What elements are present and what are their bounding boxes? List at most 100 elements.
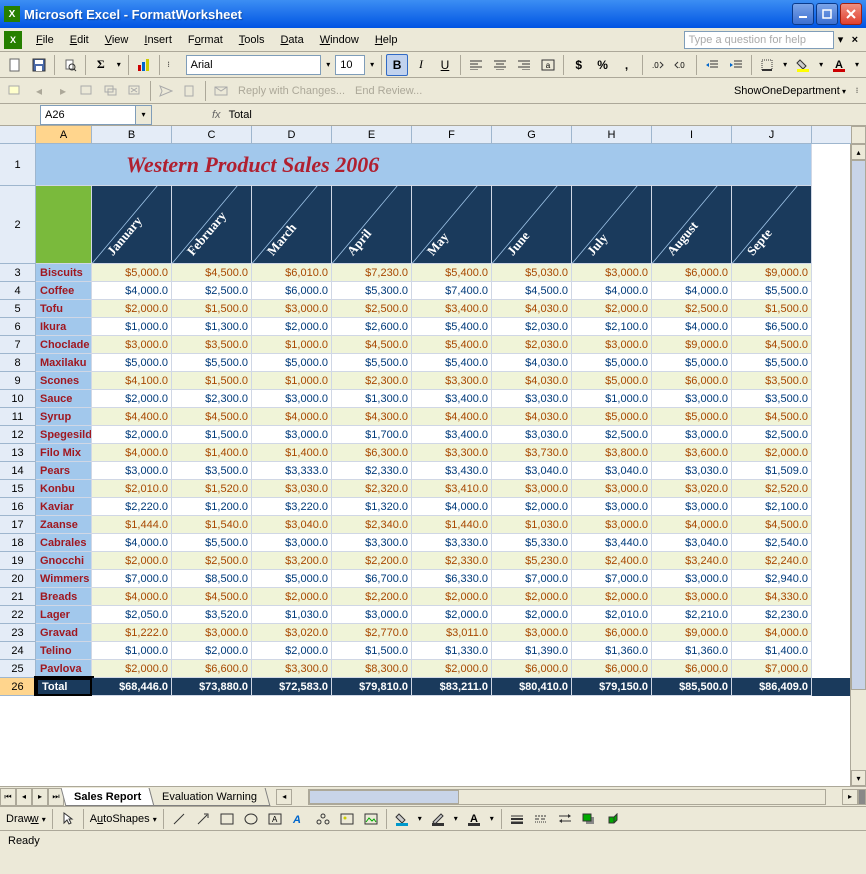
decrease-indent-button[interactable] [701, 54, 723, 76]
row-header-1[interactable]: 1 [0, 144, 36, 186]
data-cell[interactable]: $2,000.0 [172, 642, 252, 660]
data-cell[interactable]: $1,400.0 [172, 444, 252, 462]
data-cell[interactable]: $3,000.0 [652, 588, 732, 606]
align-right-button[interactable] [513, 54, 535, 76]
maximize-button[interactable] [816, 3, 838, 25]
data-cell[interactable]: $2,000.0 [492, 606, 572, 624]
product-cell[interactable]: Sauce [36, 390, 92, 408]
data-cell[interactable]: $2,540.0 [732, 534, 812, 552]
data-cell[interactable]: $2,320.0 [332, 480, 412, 498]
scroll-left-button[interactable]: ◂ [276, 789, 292, 805]
data-cell[interactable]: $6,000.0 [572, 660, 652, 678]
data-cell[interactable]: $2,200.0 [332, 552, 412, 570]
product-cell[interactable]: Pavlova [36, 660, 92, 678]
tab-nav-first[interactable]: ⏮ [0, 788, 16, 806]
row-header-25[interactable]: 25 [0, 660, 36, 678]
data-cell[interactable]: $3,400.0 [412, 426, 492, 444]
total-cell[interactable]: $85,500.0 [652, 678, 732, 696]
currency-button[interactable]: $ [568, 54, 590, 76]
reply-with-changes-button[interactable]: Reply with Changes... [234, 85, 349, 97]
underline-button[interactable]: U [434, 54, 456, 76]
row-header-22[interactable]: 22 [0, 606, 36, 624]
data-cell[interactable]: $4,000.0 [92, 444, 172, 462]
data-cell[interactable]: $3,011.0 [412, 624, 492, 642]
data-cell[interactable]: $4,030.0 [492, 354, 572, 372]
row-header-16[interactable]: 16 [0, 498, 36, 516]
data-cell[interactable]: $1,000.0 [252, 336, 332, 354]
data-cell[interactable]: $2,000.0 [92, 552, 172, 570]
data-cell[interactable]: $3,000.0 [572, 498, 652, 516]
data-cell[interactable]: $5,400.0 [412, 336, 492, 354]
data-cell[interactable]: $4,000.0 [572, 282, 652, 300]
column-header-b[interactable]: B [92, 126, 172, 143]
data-cell[interactable]: $3,300.0 [252, 660, 332, 678]
data-cell[interactable]: $3,040.0 [492, 462, 572, 480]
data-cell[interactable]: $1,700.0 [332, 426, 412, 444]
product-cell[interactable]: Tofu [36, 300, 92, 318]
data-cell[interactable]: $4,030.0 [492, 372, 572, 390]
data-cell[interactable]: $8,500.0 [172, 570, 252, 588]
toolbar-options-dropdown-icon[interactable]: ⁝ [164, 54, 174, 76]
data-cell[interactable]: $5,500.0 [732, 354, 812, 372]
rectangle-tool-button[interactable] [216, 808, 238, 830]
data-cell[interactable]: $3,000.0 [92, 462, 172, 480]
data-cell[interactable]: $2,010.0 [92, 480, 172, 498]
vertical-scroll-thumb[interactable] [851, 160, 866, 690]
line-tool-button[interactable] [168, 808, 190, 830]
row-header-3[interactable]: 3 [0, 264, 36, 282]
data-cell[interactable]: $3,000.0 [492, 624, 572, 642]
data-cell[interactable]: $6,600.0 [172, 660, 252, 678]
data-cell[interactable]: $2,600.0 [332, 318, 412, 336]
row-header-5[interactable]: 5 [0, 300, 36, 318]
data-cell[interactable]: $1,222.0 [92, 624, 172, 642]
menu-help[interactable]: Help [367, 32, 406, 48]
font-color-dropdown-icon[interactable]: ▾ [852, 54, 862, 76]
data-cell[interactable]: $2,000.0 [572, 300, 652, 318]
data-cell[interactable]: $7,000.0 [92, 570, 172, 588]
data-cell[interactable]: $2,000.0 [92, 390, 172, 408]
row-header-19[interactable]: 19 [0, 552, 36, 570]
data-cell[interactable]: $4,000.0 [92, 534, 172, 552]
product-cell[interactable]: Coffee [36, 282, 92, 300]
data-cell[interactable]: $5,000.0 [92, 354, 172, 372]
data-cell[interactable]: $1,500.0 [732, 300, 812, 318]
data-cell[interactable]: $6,000.0 [652, 660, 732, 678]
data-cell[interactable]: $6,330.0 [412, 570, 492, 588]
month-header-march[interactable]: March [252, 186, 332, 264]
data-cell[interactable]: $1,400.0 [252, 444, 332, 462]
data-cell[interactable]: $7,000.0 [492, 570, 572, 588]
month-header-february[interactable]: February [172, 186, 252, 264]
fill-color-button[interactable] [792, 54, 814, 76]
row-header-8[interactable]: 8 [0, 354, 36, 372]
sheet-tab-evaluation-warning[interactable]: Evaluation Warning [149, 788, 271, 806]
row-header-18[interactable]: 18 [0, 534, 36, 552]
data-cell[interactable]: $5,000.0 [652, 408, 732, 426]
data-cell[interactable]: $5,500.0 [172, 534, 252, 552]
product-cell[interactable]: Breads [36, 588, 92, 606]
data-cell[interactable]: $2,500.0 [572, 426, 652, 444]
new-button[interactable] [4, 54, 26, 76]
month-header-january[interactable]: January [92, 186, 172, 264]
vertical-split-handle[interactable] [851, 126, 866, 144]
data-cell[interactable]: $1,390.0 [492, 642, 572, 660]
data-cell[interactable]: $3,000.0 [652, 390, 732, 408]
scroll-right-button[interactable]: ▸ [842, 789, 858, 805]
data-cell[interactable]: $6,000.0 [492, 660, 572, 678]
row-header-6[interactable]: 6 [0, 318, 36, 336]
autosum-button[interactable]: Σ [90, 54, 112, 76]
row-header-2[interactable]: 2 [0, 186, 36, 264]
data-cell[interactable]: $3,220.0 [252, 498, 332, 516]
column-header-a[interactable]: A [36, 126, 92, 143]
data-cell[interactable]: $3,000.0 [492, 480, 572, 498]
data-cell[interactable]: $1,360.0 [652, 642, 732, 660]
data-cell[interactable]: $6,000.0 [572, 624, 652, 642]
data-cell[interactable]: $8,300.0 [332, 660, 412, 678]
product-cell[interactable]: Pears [36, 462, 92, 480]
data-cell[interactable]: $2,000.0 [252, 318, 332, 336]
minimize-button[interactable] [792, 3, 814, 25]
data-cell[interactable]: $3,520.0 [172, 606, 252, 624]
diagram-button[interactable] [312, 808, 334, 830]
menu-edit[interactable]: Edit [62, 32, 97, 48]
data-cell[interactable]: $6,000.0 [652, 372, 732, 390]
data-cell[interactable]: $3,400.0 [412, 390, 492, 408]
